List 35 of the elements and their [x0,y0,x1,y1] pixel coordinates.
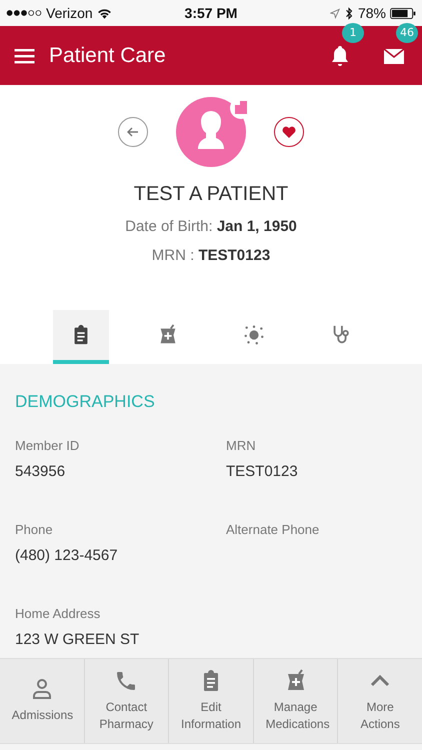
menu-button[interactable] [14,48,35,64]
favorite-button[interactable] [274,117,304,147]
avatar [176,97,246,167]
back-button[interactable] [118,117,148,147]
signal-icon [6,9,42,17]
action-button[interactable]: More Actions [338,659,422,743]
tab[interactable] [53,310,110,364]
action-button[interactable]: Edit Information [169,659,254,743]
field-label: Alternate Phone [226,522,320,537]
field-value: (480) 123-4567 [15,547,119,564]
menu-icon [14,48,35,64]
location-icon [330,6,340,20]
heart-icon [281,124,297,140]
patient-name: TEST A PATIENT [134,183,288,206]
field-value: 123 W GREEN ST [15,631,140,648]
section-title: DEMOGRAPHICS [15,392,156,412]
battery-percent: 78% [358,5,386,21]
field-label: MRN [226,438,257,453]
carrier-name: Verizon [46,5,93,21]
action-button[interactable]: Admissions [0,659,85,743]
field-label: Home Address [15,606,102,621]
wifi-icon [96,8,112,18]
virus-icon [243,324,266,346]
field-label: Phone [15,522,54,537]
action-button[interactable]: Manage Medications [254,659,338,743]
patient-mrn: MRN : TEST0123 [152,247,270,264]
field-value: TEST0123 [226,463,299,480]
action-button[interactable]: Contact Pharmacy [84,659,170,743]
status-time: 3:57 PM [184,5,238,21]
field-value: 543956 [15,463,66,480]
bluetooth-icon [344,6,354,20]
app-title: Patient Care [49,44,167,68]
battery-icon [390,8,416,18]
field-label: Member ID [15,438,80,453]
date-of-birth: Date of Birth: Jan 1, 1950 [125,218,297,235]
